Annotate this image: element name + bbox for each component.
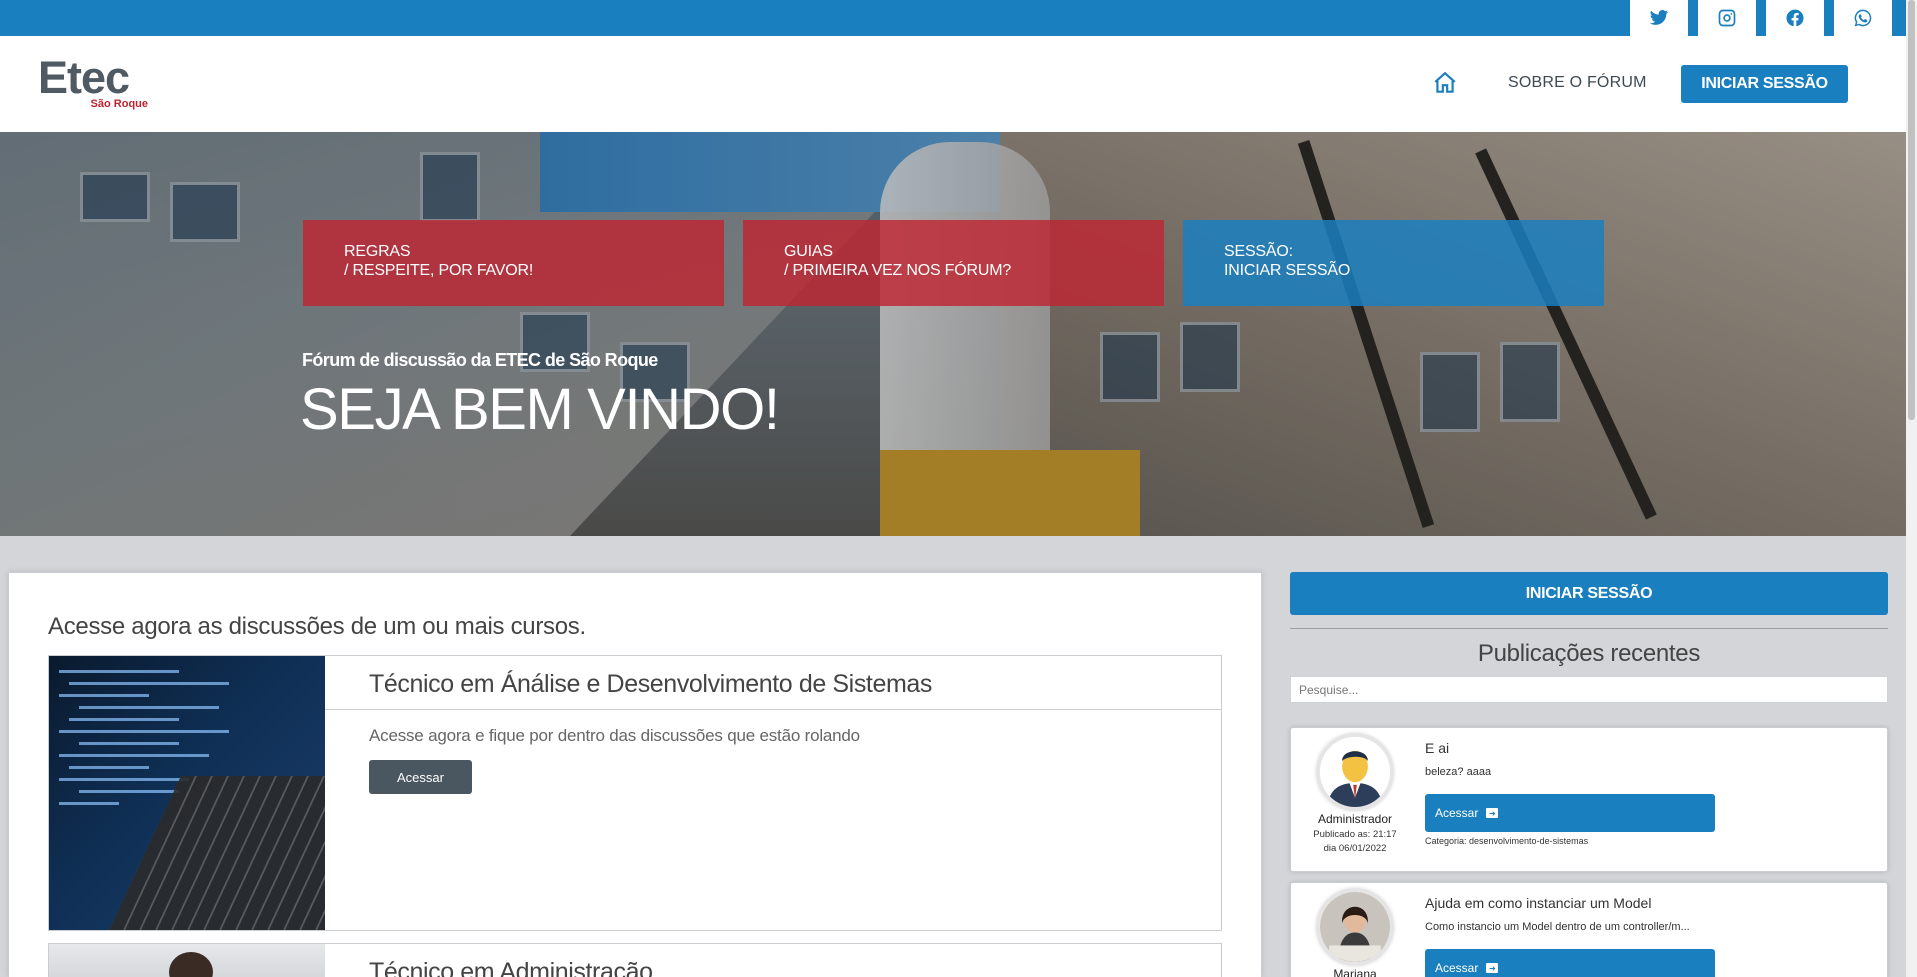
recent-posts-title: Publicações recentes [1477,640,1701,667]
post-time: Publicado as: 21:17 [1313,829,1397,840]
course-card: Técnico em Ánálise e Desenvolvimento de … [48,655,1222,931]
courses-heading: Acesse agora as discussões de um ou mais… [48,613,586,640]
home-icon [1434,71,1456,93]
arrow-right-icon: ➜ [1486,808,1499,818]
tile-label: GUIAS [784,243,833,260]
instagram-icon [1718,9,1736,27]
twitter-link[interactable] [1630,0,1688,36]
hero-title: SEJA BEM VINDO! [300,377,780,442]
logo-subtitle: São Roque [90,98,148,110]
twitter-icon [1649,10,1669,25]
logo-wordmark: Etec [38,52,130,103]
post-access-button[interactable]: Acessar ➜ [1425,949,1715,977]
post-author: Mariana [1333,967,1377,977]
header-login-button[interactable]: INICIAR SESSÃO [1681,65,1848,103]
course-description: Acesse agora e fique por dentro das disc… [369,726,860,745]
post-author: Administrador [1317,812,1393,826]
hero-banner: REGRAS / RESPEITE, POR FAVOR! GUIAS / PR… [0,132,1906,536]
course-thumbnail [49,656,325,930]
rules-tile[interactable]: REGRAS / RESPEITE, POR FAVOR! [303,220,724,306]
course-card: Técnico em Administração [48,943,1222,977]
course-thumbnail [49,944,325,977]
keyboard-image [97,776,325,930]
course-title: Técnico em Ánálise e Desenvolvimento de … [369,670,933,698]
course-divider [325,709,1221,710]
post-card: Administrador Publicado as: 21:17 dia 06… [1290,727,1888,872]
page-scrollbar[interactable] [1906,0,1917,977]
whatsapp-icon [1854,9,1872,27]
tile-sublabel: / RESPEITE, POR FAVOR! [344,262,534,279]
guides-tile[interactable]: GUIAS / PRIMEIRA VEZ NOS FÓRUM? [743,220,1164,306]
post-access-button[interactable]: Acessar ➜ [1425,794,1715,832]
post-access-label: Acessar [1435,961,1479,975]
avatar [1317,889,1393,965]
scrollbar-thumb[interactable] [1908,0,1915,420]
facebook-icon [1786,9,1804,27]
post-card: Mariana Ajuda em como instanciar um Mode… [1290,882,1888,977]
post-excerpt: Como instancio um Model dentro de um con… [1425,921,1690,933]
tile-label: SESSÃO: [1224,243,1293,260]
tile-sublabel: INICIAR SESSÃO [1224,262,1351,279]
hero-subtitle: Fórum de discussão da ETEC de São Roque [302,350,658,370]
sidebar-login-button[interactable]: INICIAR SESSÃO [1290,572,1888,615]
arrow-right-icon: ➜ [1486,963,1499,973]
whatsapp-link[interactable] [1834,0,1892,36]
avatar [1317,734,1393,810]
post-category: Categoria: desenvolvimento-de-sistemas [1425,836,1589,846]
tile-sublabel: / PRIMEIRA VEZ NOS FÓRUM? [784,262,1012,279]
search-input[interactable] [1290,676,1888,703]
sidebar-divider [1290,628,1888,629]
home-link[interactable] [1432,70,1458,96]
facebook-link[interactable] [1766,0,1824,36]
nav-about-forum[interactable]: SOBRE O FÓRUM [1508,74,1647,92]
user-photo-icon [1320,892,1390,962]
instagram-link[interactable] [1698,0,1756,36]
tile-label: REGRAS [344,243,411,260]
person-image [169,952,213,977]
post-date: dia 06/01/2022 [1323,843,1387,854]
course-access-button[interactable]: Acessar [369,760,472,794]
courses-card: Acesse agora as discussões de um ou mais… [8,572,1262,977]
etec-logo[interactable]: Etec São Roque [38,52,148,112]
hero-overlay [0,132,1906,536]
post-title: Ajuda em como instanciar um Model [1425,895,1652,911]
site-header: Etec São Roque SOBRE O FÓRUM INICIAR SES… [0,36,1906,132]
admin-avatar-icon [1320,737,1390,807]
post-access-label: Acessar [1435,806,1479,820]
session-tile[interactable]: SESSÃO: INICIAR SESSÃO [1183,220,1604,306]
post-meta: Publicado as: 21:17 dia 06/01/2022 [1291,828,1419,856]
course-title: Técnico em Administração [369,958,653,977]
social-bar [0,0,1906,36]
post-title: E ai [1425,740,1450,756]
post-excerpt: beleza? aaaa [1425,766,1492,778]
